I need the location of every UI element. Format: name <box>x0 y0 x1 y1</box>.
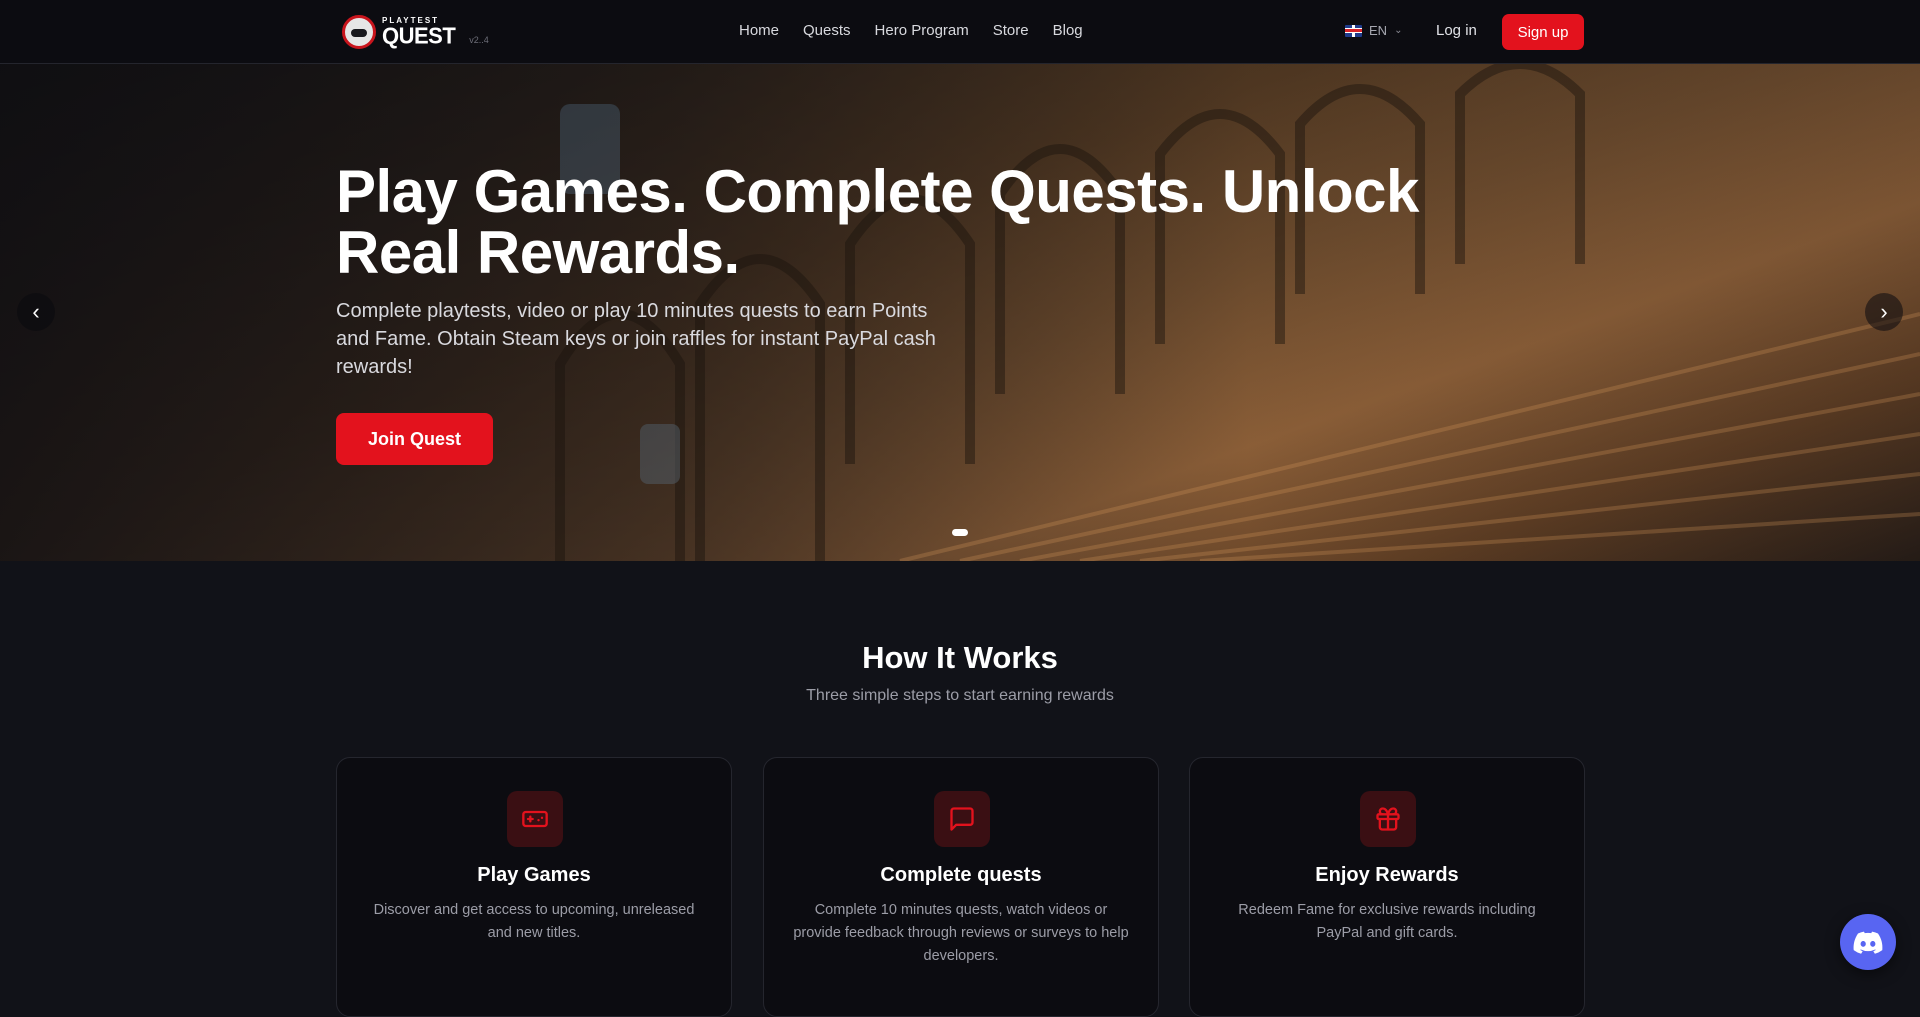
chevron-down-icon: ⌄ <box>1394 25 1403 36</box>
message-icon <box>934 791 990 847</box>
login-link[interactable]: Log in <box>1436 22 1477 39</box>
nav-store[interactable]: Store <box>993 22 1029 39</box>
card-title: Play Games <box>477 864 591 886</box>
top-navbar: PLAYTEST QUEST v2..4 Home Quests Hero Pr… <box>0 0 1920 64</box>
language-selector[interactable]: EN ⌄ <box>1345 23 1402 38</box>
card-title: Complete quests <box>880 864 1042 886</box>
hero-background-illustration <box>555 64 1920 561</box>
main-nav: Home Quests Hero Program Store Blog <box>739 22 1083 39</box>
card-description: Discover and get access to upcoming, unr… <box>373 902 695 941</box>
discord-icon <box>1853 931 1883 954</box>
hero-title: Play Games. Complete Quests. Unlock Real… <box>336 158 1419 286</box>
nav-blog[interactable]: Blog <box>1053 22 1083 39</box>
logo-helmet-icon <box>342 15 376 49</box>
chevron-right-icon: › <box>1880 299 1888 324</box>
logo-big-text: QUEST <box>382 22 456 49</box>
chevron-left-icon: ‹ <box>32 299 40 324</box>
logo[interactable]: PLAYTEST QUEST v2..4 <box>342 14 489 50</box>
carousel-next-button[interactable]: › <box>1865 293 1903 331</box>
carousel-indicator-dot[interactable] <box>952 529 968 536</box>
discord-button[interactable] <box>1840 914 1896 970</box>
gamepad-icon <box>507 791 563 847</box>
signup-button[interactable]: Sign up <box>1502 14 1584 50</box>
language-label: EN <box>1369 23 1388 38</box>
hero-carousel: Play Games. Complete Quests. Unlock Real… <box>0 64 1920 561</box>
nav-hero-program[interactable]: Hero Program <box>875 22 969 39</box>
nav-quests[interactable]: Quests <box>803 22 851 39</box>
version-label: v2..4 <box>469 35 489 45</box>
card-title: Enjoy Rewards <box>1315 864 1459 886</box>
hero-subtitle: Complete playtests, video or play 10 min… <box>336 300 936 378</box>
join-quest-button[interactable]: Join Quest <box>336 413 493 465</box>
how-it-works-title: How It Works <box>862 640 1058 675</box>
uk-flag-icon <box>1345 24 1362 37</box>
carousel-prev-button[interactable]: ‹ <box>17 293 55 331</box>
how-it-works-subtitle: Three simple steps to start earning rewa… <box>806 687 1114 704</box>
card-description: Redeem Fame for exclusive rewards includ… <box>1238 902 1536 941</box>
step-card-complete-quests: Complete quests Complete 10 minutes ques… <box>763 757 1159 1017</box>
nav-home[interactable]: Home <box>739 22 779 39</box>
step-card-play-games: Play Games Discover and get access to up… <box>336 757 732 1017</box>
gift-icon <box>1360 791 1416 847</box>
step-card-enjoy-rewards: Enjoy Rewards Redeem Fame for exclusive … <box>1189 757 1585 1017</box>
card-description: Complete 10 minutes quests, watch videos… <box>793 902 1129 964</box>
